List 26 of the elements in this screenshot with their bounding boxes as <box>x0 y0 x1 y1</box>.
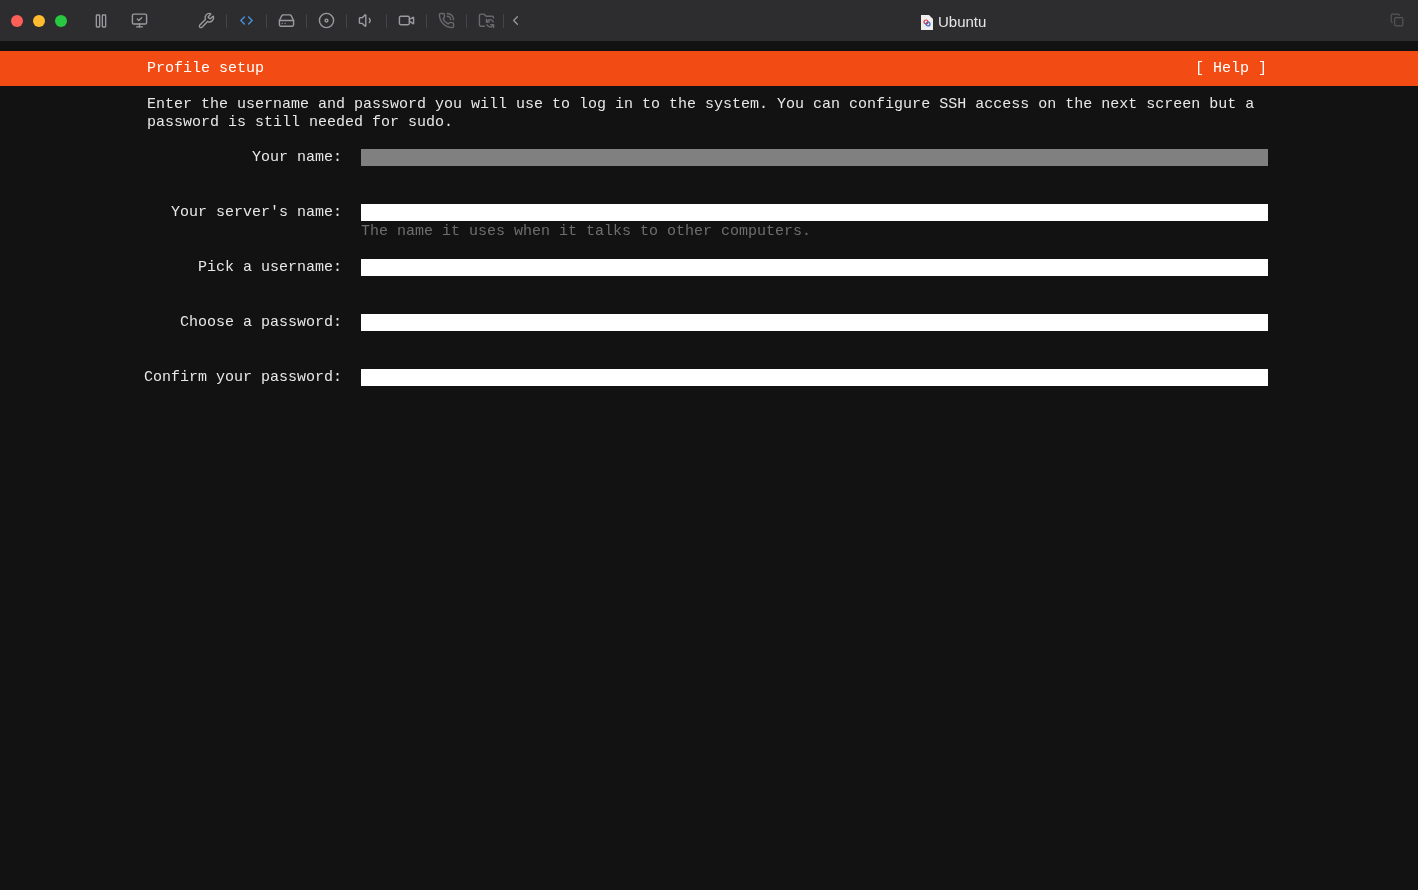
input-field[interactable] <box>361 204 1268 221</box>
window-title: Ubuntu <box>938 12 987 32</box>
input-field[interactable] <box>361 149 1268 166</box>
help-button[interactable]: [ Help ] <box>1195 59 1267 78</box>
input-field[interactable] <box>361 314 1268 331</box>
field-label: Choose a password: <box>178 314 342 332</box>
close-button[interactable] <box>11 14 23 27</box>
disc-icon[interactable] <box>318 12 335 29</box>
instructions-text: Enter the username and password you will use to log in to the system. You can configure SSH access on the next screen but a password is still needed for sudo. <box>147 96 1256 132</box>
field-label: Your server's name: <box>169 204 342 222</box>
field-label: Confirm your password: <box>142 369 342 387</box>
phone-icon[interactable] <box>438 12 455 29</box>
pause-icon[interactable] <box>93 12 109 29</box>
zoom-button[interactable] <box>55 14 67 27</box>
input-field[interactable] <box>361 259 1268 276</box>
drive-icon[interactable] <box>278 12 295 29</box>
field-hint: The name it uses when it talks to other computers. <box>361 223 813 241</box>
minimize-button[interactable] <box>33 14 45 27</box>
wrench-icon[interactable] <box>198 12 215 29</box>
screen-title: Profile setup <box>147 59 265 78</box>
document-icon <box>921 14 933 30</box>
folder-sync-icon[interactable] <box>478 12 495 29</box>
field-label: Your name: <box>251 149 342 167</box>
snapshot-icon[interactable] <box>131 12 148 29</box>
input-field[interactable] <box>361 369 1268 386</box>
field-label: Pick a username: <box>196 259 342 277</box>
